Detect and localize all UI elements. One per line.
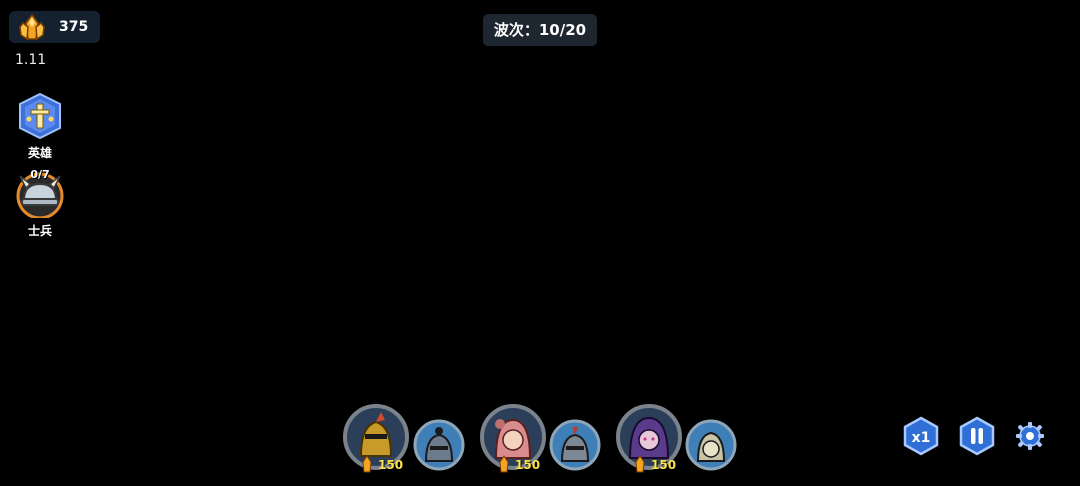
resource-amount: 375 bbox=[59, 19, 89, 35]
wave-indicator: 波次：10/20 bbox=[483, 14, 597, 46]
soldier-button[interactable]: 0/7 士兵 bbox=[12, 168, 68, 239]
hero-button[interactable]: 英雄 bbox=[12, 92, 68, 161]
resource-counter: 375 bbox=[9, 11, 100, 43]
soldier-label: 士兵 bbox=[27, 224, 52, 238]
unit-slot-soldier-2[interactable] bbox=[548, 419, 602, 471]
unit-cost: 150 bbox=[378, 458, 404, 472]
soldier-count: 0/7 bbox=[30, 168, 50, 181]
hero-label: 英雄 bbox=[27, 146, 52, 160]
unit-cost: 150 bbox=[515, 458, 541, 472]
unit-slot-soldier-1[interactable] bbox=[412, 419, 466, 471]
pause-button[interactable] bbox=[957, 416, 997, 460]
speed-icon: x1 bbox=[903, 416, 939, 456]
version-label: 1.11 bbox=[15, 52, 47, 68]
unit-cost: 150 bbox=[651, 458, 677, 472]
cost-flame-icon bbox=[362, 455, 372, 473]
crystal-icon bbox=[19, 13, 45, 41]
soldier-portrait bbox=[685, 419, 737, 471]
cost-flame-icon bbox=[499, 455, 509, 473]
settings-button[interactable] bbox=[1014, 420, 1046, 456]
pause-icon bbox=[959, 416, 995, 456]
gear-icon bbox=[1016, 422, 1044, 450]
soldier-portrait bbox=[413, 419, 465, 471]
unit-slot-soldier-3[interactable] bbox=[684, 419, 738, 471]
soldier-portrait bbox=[549, 419, 601, 471]
hero-icon bbox=[19, 92, 61, 140]
speed-label: x1 bbox=[912, 430, 931, 446]
speed-button[interactable]: x1 bbox=[901, 416, 941, 460]
cost-flame-icon bbox=[635, 455, 645, 473]
